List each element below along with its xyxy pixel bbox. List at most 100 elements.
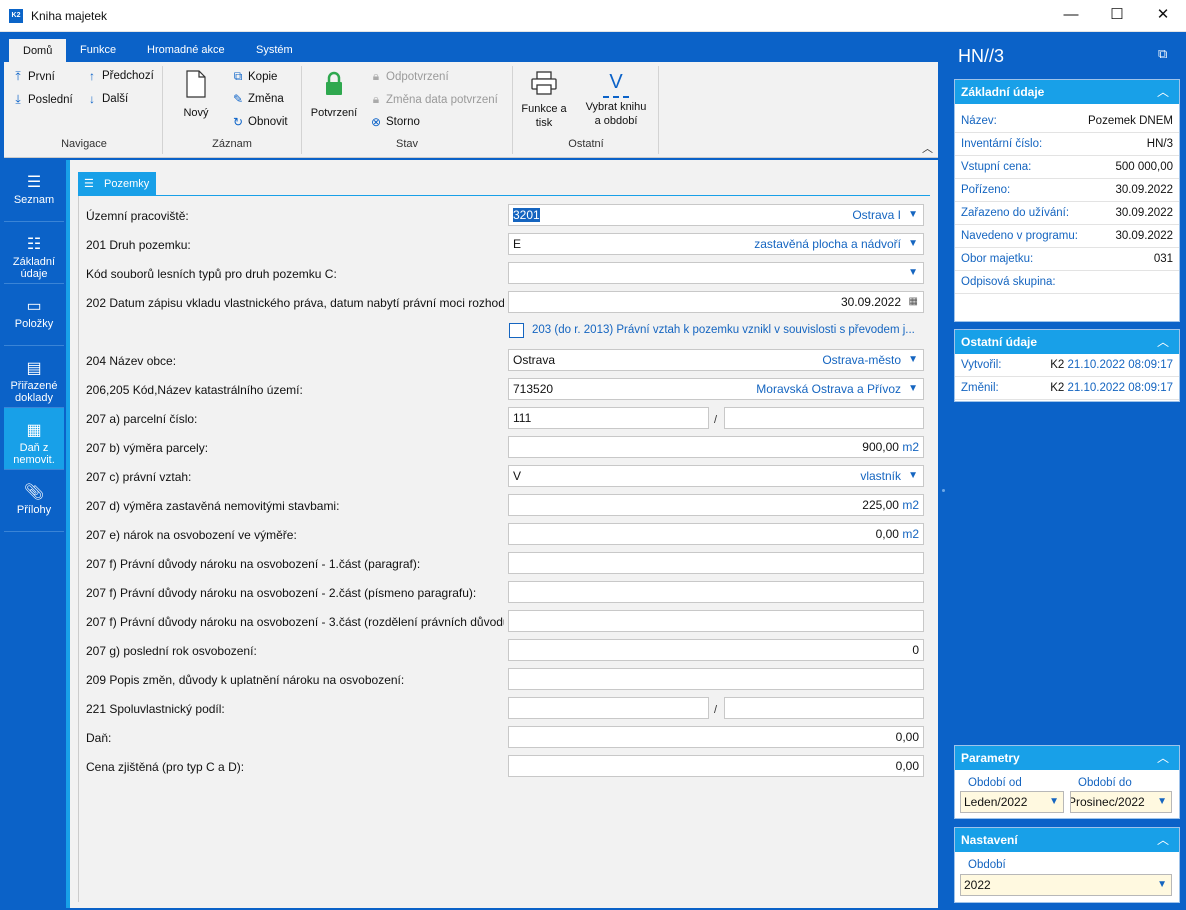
edit-button[interactable]: ✎ Změna [232,92,284,106]
new-button[interactable]: Nový [174,70,218,120]
podil-jmenovatel-field[interactable] [724,697,924,719]
window-title: Kniha majetek [31,9,108,23]
dropdown-icon[interactable]: ▼ [908,205,918,225]
cena-zjistena-field[interactable]: 0,00 [508,755,924,777]
info-value: 30.09.2022 [1115,207,1173,219]
maximize-button[interactable]: ☐ [1094,0,1140,32]
dropdown-icon[interactable]: ▼ [908,466,918,486]
druh-pozemku-field[interactable]: E zastavěná plocha a nádvoří ▼ [508,233,924,255]
parcelni-cislo-field[interactable]: 111 [508,407,709,429]
panel-header[interactable]: Základní údaje ︿ [955,80,1179,104]
chevron-up-icon[interactable]: ︿ [1157,746,1169,770]
nazev-obce-field[interactable]: Ostrava Ostrava-město ▼ [508,349,924,371]
dan-field[interactable]: 0,00 [508,726,924,748]
minimize-button[interactable]: — [1048,0,1094,32]
confirm-button[interactable]: Potvrzení [306,70,362,120]
dropdown-icon[interactable]: ▼ [908,263,918,283]
vymera-parcely-field[interactable]: 900,00 m2 [508,436,924,458]
paperclip-icon: 📎︎ [23,484,45,501]
calendar-icon[interactable]: ▦ [909,292,918,312]
tab-system[interactable]: Systém [242,38,307,62]
nav-prilohy[interactable]: 📎︎ Přílohy [4,470,64,532]
dropdown-icon[interactable]: ▼ [1157,792,1167,812]
tab-pozemky[interactable]: ☰ Pozemky [78,172,156,196]
tab-hromadne-akce[interactable]: Hromadné akce [133,38,239,62]
nav-zakladni-label-2: údaje [20,268,48,280]
nav-seznam[interactable]: ☰ Seznam [4,160,64,222]
select-book-icon: V [603,70,629,98]
nav-prirazene-doklady[interactable]: ▤ Přiřazené doklady [4,346,64,408]
label-katastralni-uzemi: 206,205 Kód,Název katastrálního území: [86,383,303,397]
panel-splitter[interactable] [941,34,946,908]
dropdown-icon[interactable]: ▼ [908,379,918,399]
obdobi-od-select[interactable]: Leden/2022 ▼ [960,791,1064,813]
duvody-1-field[interactable] [508,552,924,574]
vymera-zast-value: 225,00 [862,498,899,512]
previous-label: Předchozí [102,70,154,82]
change-confirm-date-button[interactable]: 🔒︎ Změna data potvrzení [370,92,498,107]
lock-icon: 🔒︎ [372,92,380,106]
datum-zapisu-field[interactable]: 30.09.2022 ▦ [508,291,924,313]
tab-funkce[interactable]: Funkce [66,38,130,62]
panel-header[interactable]: Ostatní údaje ︿ [955,330,1179,354]
storno-button[interactable]: ⊗ Storno [370,115,420,129]
nav-polozky[interactable]: ▭ Položky [4,284,64,346]
created-date: 21.10.2022 08:09:17 [1067,359,1173,371]
duvody-2-field[interactable] [508,581,924,603]
next-label: Další [102,93,129,105]
kod-lesnich-typu-field[interactable]: ▼ [508,262,924,284]
podil-separator: / [714,704,718,716]
first-button[interactable]: ⤒ První [12,69,55,84]
list-icon: ☰ [84,178,94,190]
functions-print-button[interactable]: Funkce a tisk [516,70,572,130]
label-duvody-2: 207 f) Právní důvody nároku na osvobozen… [86,586,477,600]
checkbox-203[interactable] [509,323,524,338]
duvody-3-field[interactable] [508,610,924,632]
obdobi-select[interactable]: 2022 ▼ [960,874,1172,896]
dropdown-icon[interactable]: ▼ [908,234,918,254]
close-button[interactable]: ✕ [1140,0,1186,32]
unconfirm-button[interactable]: 🔒︎ Odpotvrzení [370,69,449,84]
refresh-label: Obnovit [248,116,288,128]
chevron-up-icon[interactable]: ︿ [1157,330,1169,354]
popis-zmen-field[interactable] [508,668,924,690]
copy-icon: ⧉ [233,69,243,83]
dropdown-icon[interactable]: ▼ [1049,792,1059,812]
parcelni-podcislo-field[interactable] [724,407,924,429]
nav-zakladni-udaje[interactable]: ☷ Základní údaje [4,222,64,284]
uzemni-pracoviste-field[interactable]: 3201 Ostrava I ▼ [508,204,924,226]
posledni-rok-value: 0 [912,643,919,657]
dropdown-icon[interactable]: ▼ [1157,875,1167,895]
pravni-vztah-field[interactable]: V vlastník ▼ [508,465,924,487]
copy-button[interactable]: ⧉ Kopie [232,69,278,84]
nav-dan-z-nemovitosti[interactable]: ▦ Daň z nemovit. [4,408,64,470]
popout-icon[interactable]: ⧉ [1158,46,1167,62]
panel-header[interactable]: Parametry ︿ [955,746,1179,770]
cena-value: 0,00 [895,759,919,773]
last-button[interactable]: ⤓ Poslední [12,92,72,107]
podil-citatel-field[interactable] [508,697,709,719]
obdobi-do-select[interactable]: Prosinec/2022 ▼ [1070,791,1172,813]
dropdown-icon[interactable]: ▼ [908,350,918,370]
chevron-up-icon[interactable]: ︿ [1157,80,1169,104]
chevron-up-icon[interactable]: ︿ [1157,828,1169,852]
arrow-up-icon: ↑ [89,69,95,83]
next-button[interactable]: ↓ Další [86,92,128,106]
narok-osvobozeni-field[interactable]: 0,00 m2 [508,523,924,545]
edit-label: Změna [248,93,284,105]
katastralni-uzemi-field[interactable]: 713520 Moravská Ostrava a Přívoz ▼ [508,378,924,400]
panel-header[interactable]: Nastavení ︿ [955,828,1179,852]
posledni-rok-field[interactable]: 0 [508,639,924,661]
obdobi-od-label: Období od [968,777,1022,789]
refresh-button[interactable]: ↻ Obnovit [232,115,288,129]
collapse-ribbon-icon[interactable]: ︿ [922,140,933,156]
select-book-button[interactable]: V Vybrat knihu a období [578,70,654,128]
nav-prirazene-label-2: doklady [15,392,53,404]
first-label: První [28,70,55,83]
copy-label: Kopie [248,70,278,83]
tab-domu[interactable]: Domů [8,38,68,62]
narok-value: 0,00 [875,527,899,541]
previous-button[interactable]: ↑ Předchozí [86,69,154,83]
pencil-icon: ✎ [232,92,244,106]
vymera-zastavena-field[interactable]: 225,00 m2 [508,494,924,516]
